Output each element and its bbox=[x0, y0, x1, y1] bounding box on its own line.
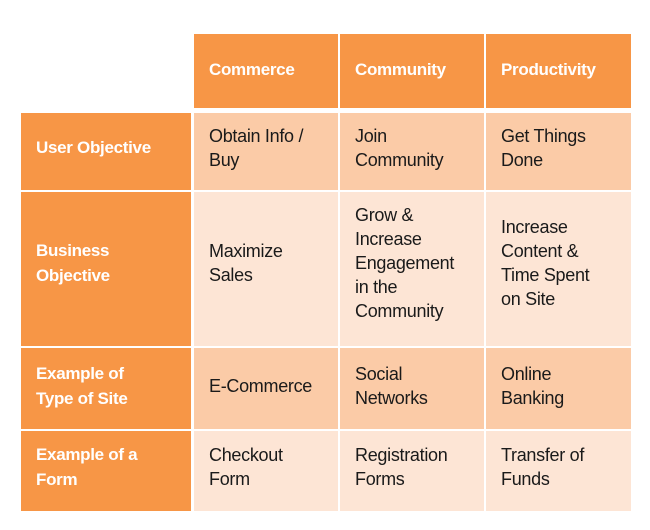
table-cell: E-Commerce bbox=[194, 348, 338, 429]
cell-text: Maximize Sales bbox=[209, 241, 283, 285]
cell-text: E-Commerce bbox=[209, 375, 313, 396]
row-header-label: Example of Type of Site bbox=[36, 363, 128, 408]
cell-text: Obtain Info / Buy bbox=[209, 125, 304, 170]
row-header: Example of a Form bbox=[21, 431, 191, 511]
table-cell: Transfer of Funds bbox=[486, 431, 631, 511]
column-header-commerce: Commerce bbox=[194, 34, 338, 108]
table-cell: Checkout Form bbox=[194, 431, 338, 511]
column-header-productivity: Productivity bbox=[486, 34, 631, 108]
table-cell: Online Banking bbox=[486, 348, 631, 429]
column-header-label: Productivity bbox=[501, 59, 596, 79]
table-cell: Increase Content & Time Spent on Site bbox=[486, 192, 631, 346]
table-cell: Grow & Increase Engagement in the Commun… bbox=[340, 192, 484, 346]
row-header-label: Example of a Form bbox=[36, 445, 138, 489]
table-cell: Join Community bbox=[340, 113, 484, 190]
cell-text: Increase Content & Time Spent on Site bbox=[501, 217, 590, 309]
cell-text: Grow & Increase Engagement in the Commun… bbox=[355, 205, 455, 321]
table-cell: Maximize Sales bbox=[194, 192, 338, 346]
cell-text: Get Things Done bbox=[501, 125, 586, 170]
row-header-label: Business Objective bbox=[36, 241, 110, 285]
table-cell: Registration Forms bbox=[340, 431, 484, 511]
cell-text: Transfer of Funds bbox=[501, 445, 585, 489]
row-header: Example of Type of Site bbox=[21, 348, 191, 429]
cell-text: Social Networks bbox=[355, 363, 428, 408]
column-header-community: Community bbox=[340, 34, 484, 108]
cell-text: Online Banking bbox=[501, 363, 564, 408]
cell-text: Registration Forms bbox=[355, 445, 448, 489]
cell-text: Checkout Form bbox=[209, 445, 283, 489]
column-header-label: Community bbox=[355, 59, 446, 79]
table-cell: Social Networks bbox=[340, 348, 484, 429]
row-header-label: User Objective bbox=[36, 138, 151, 157]
column-header-label: Commerce bbox=[209, 59, 295, 79]
table-cell: Get Things Done bbox=[486, 113, 631, 190]
table-cell: Obtain Info / Buy bbox=[194, 113, 338, 190]
row-header: Business Objective bbox=[21, 192, 191, 346]
row-header: User Objective bbox=[21, 113, 191, 190]
cell-text: Join Community bbox=[355, 125, 444, 170]
